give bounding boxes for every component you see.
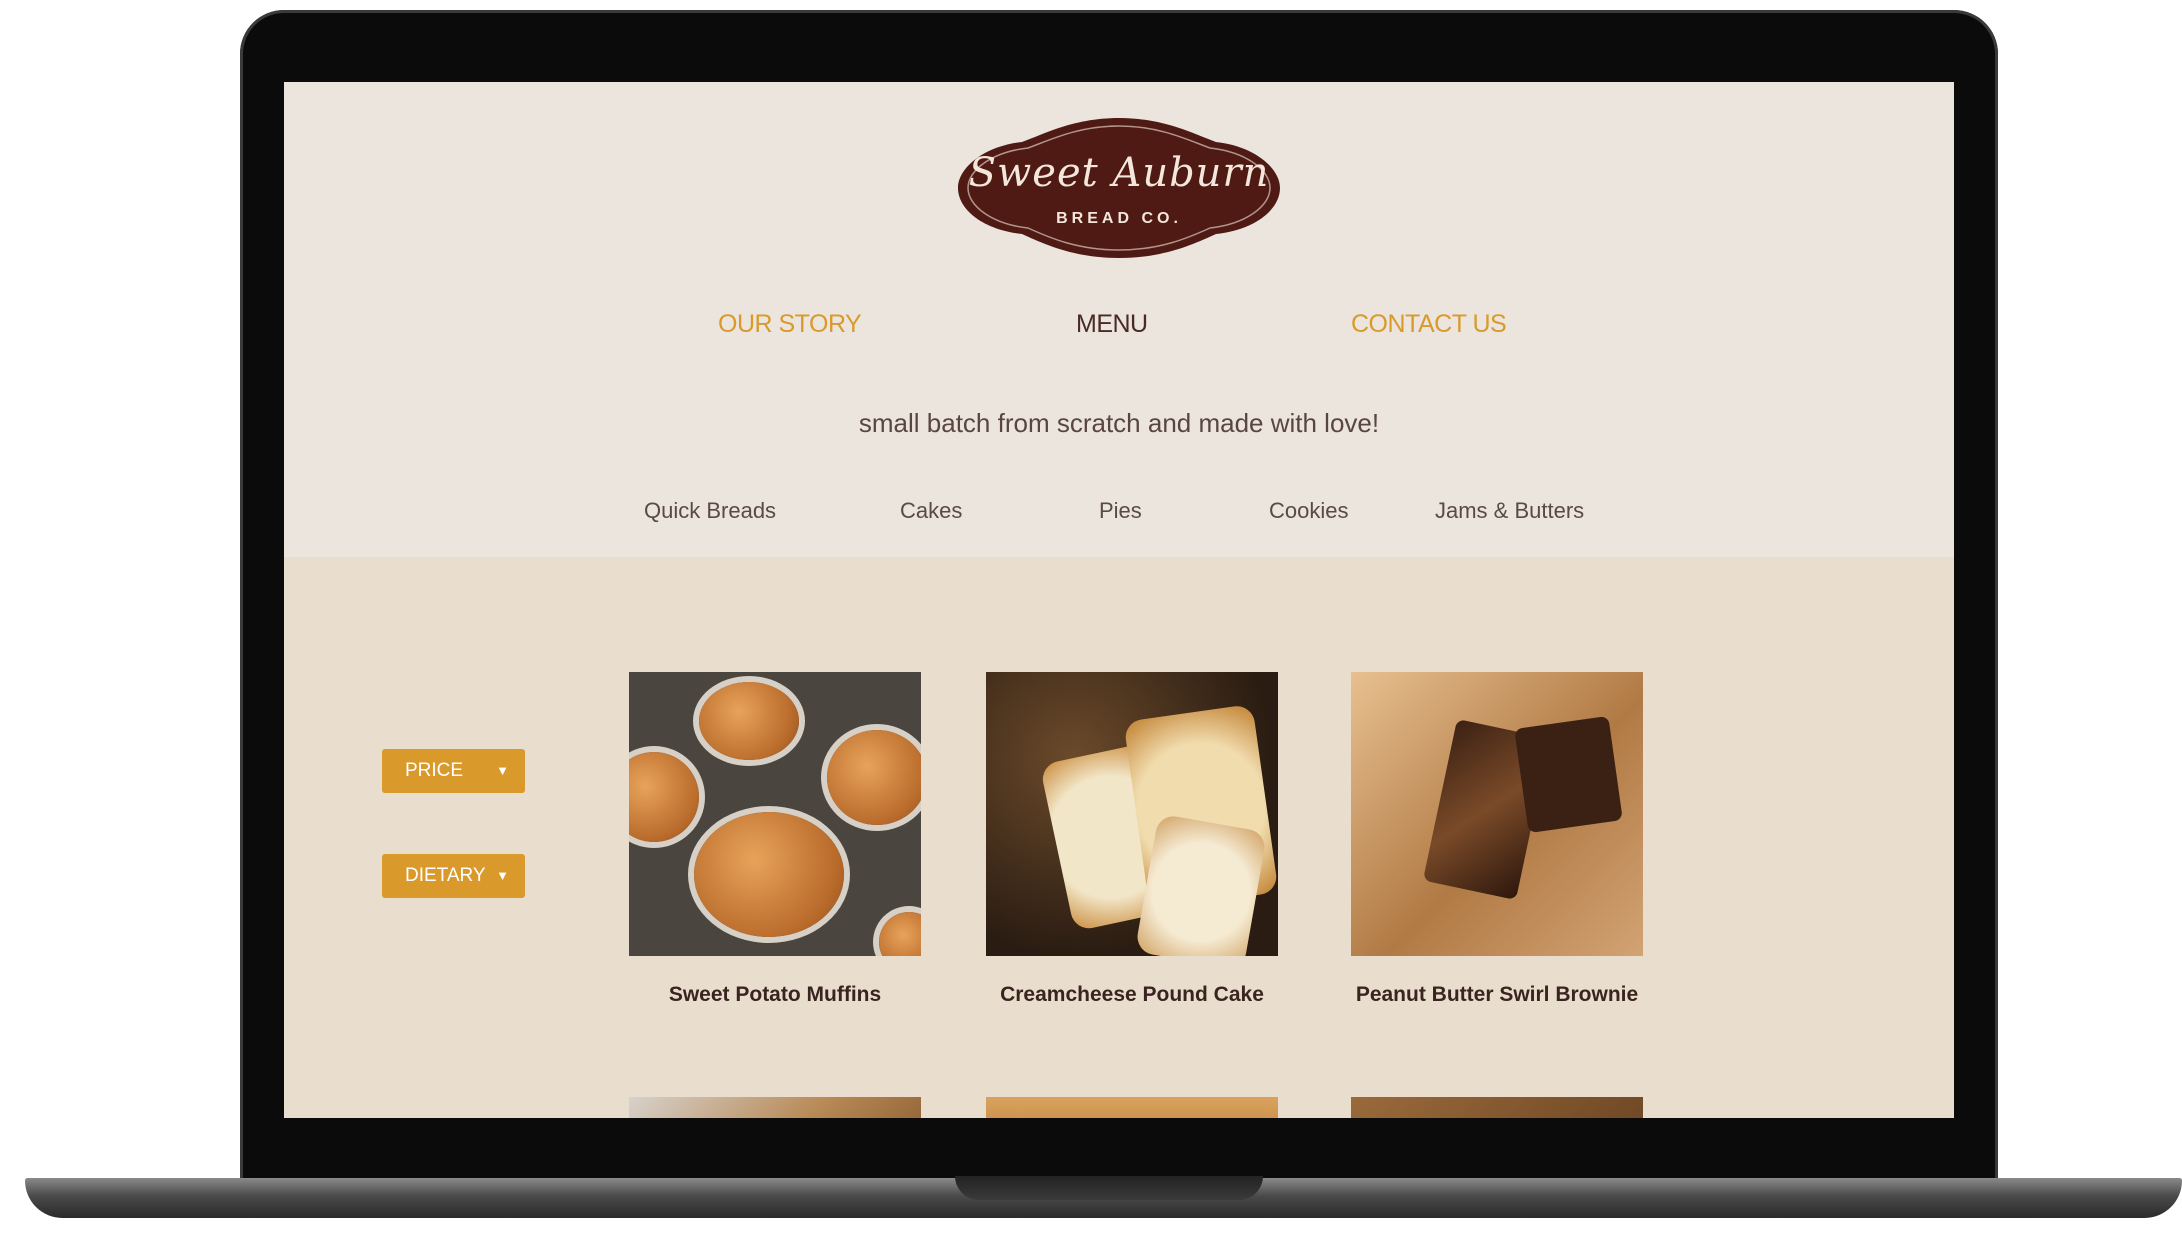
- price-filter-label: PRICE: [405, 760, 464, 781]
- nav-menu[interactable]: MENU: [1076, 310, 1148, 339]
- dietary-filter-label: DIETARY: [405, 865, 486, 886]
- logo-script-text: Sweet Auburn: [968, 150, 1270, 196]
- brand-logo[interactable]: Sweet Auburn BREAD CO.: [954, 112, 1284, 262]
- product-name-creamcheese-pound-cake[interactable]: Creamcheese Pound Cake: [962, 983, 1302, 1007]
- category-cookies[interactable]: Cookies: [1269, 498, 1348, 524]
- price-filter-button[interactable]: PRICE ▼: [382, 749, 525, 793]
- product-image-row2-2[interactable]: [986, 1097, 1278, 1118]
- product-name-peanut-butter-swirl-brownie[interactable]: Peanut Butter Swirl Brownie: [1327, 983, 1667, 1007]
- nav-our-story[interactable]: OUR STORY: [718, 310, 862, 339]
- nav-contact-us[interactable]: CONTACT US: [1351, 310, 1507, 339]
- category-jams-butters[interactable]: Jams & Butters: [1435, 498, 1584, 524]
- product-image-peanut-butter-swirl-brownie[interactable]: [1351, 672, 1643, 956]
- tagline: small batch from scratch and made with l…: [858, 408, 1380, 438]
- category-quick-breads[interactable]: Quick Breads: [644, 498, 776, 524]
- product-area: PRICE ▼ DIETARY ▼ Sweet Potato Muffins C…: [284, 557, 1954, 1118]
- product-image-creamcheese-pound-cake[interactable]: [986, 672, 1278, 956]
- website-screen: Sweet Auburn BREAD CO. OUR STORY MENU CO…: [284, 82, 1954, 1118]
- chevron-down-icon: ▼: [496, 763, 509, 778]
- category-pies[interactable]: Pies: [1099, 498, 1142, 524]
- product-image-row2-1[interactable]: [629, 1097, 921, 1118]
- product-image-row2-3[interactable]: [1351, 1097, 1643, 1118]
- category-cakes[interactable]: Cakes: [900, 498, 962, 524]
- product-name-sweet-potato-muffins[interactable]: Sweet Potato Muffins: [605, 983, 945, 1007]
- dietary-filter-button[interactable]: DIETARY ▼: [382, 854, 525, 898]
- product-image-sweet-potato-muffins[interactable]: [629, 672, 921, 956]
- chevron-down-icon: ▼: [496, 868, 509, 883]
- laptop-notch: [955, 1176, 1263, 1200]
- logo-subtitle: BREAD CO.: [1056, 210, 1182, 227]
